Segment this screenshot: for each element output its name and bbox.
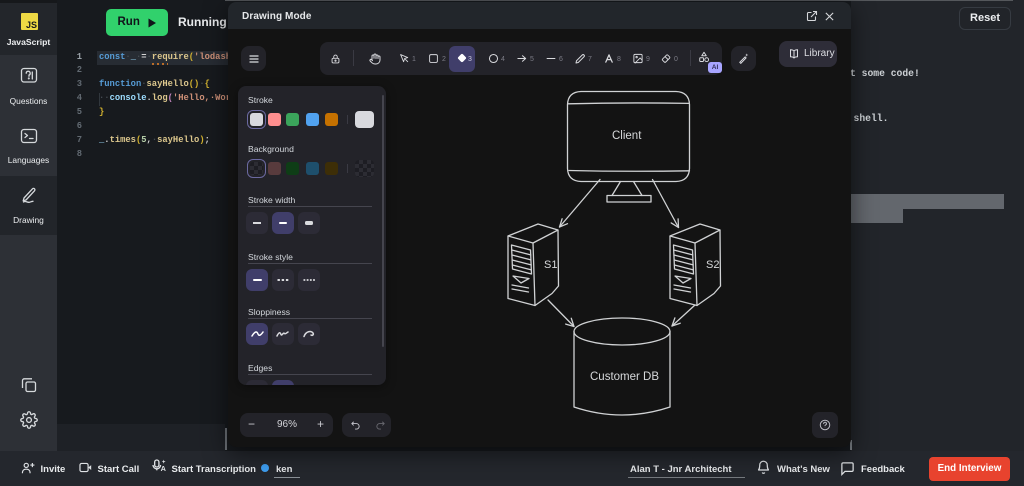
svg-text:A: A bbox=[161, 464, 167, 473]
svg-text:S2: S2 bbox=[706, 259, 719, 271]
svg-text:Customer DB: Customer DB bbox=[590, 371, 659, 383]
svg-text:Client: Client bbox=[612, 130, 642, 142]
svg-text:S1: S1 bbox=[544, 259, 557, 271]
